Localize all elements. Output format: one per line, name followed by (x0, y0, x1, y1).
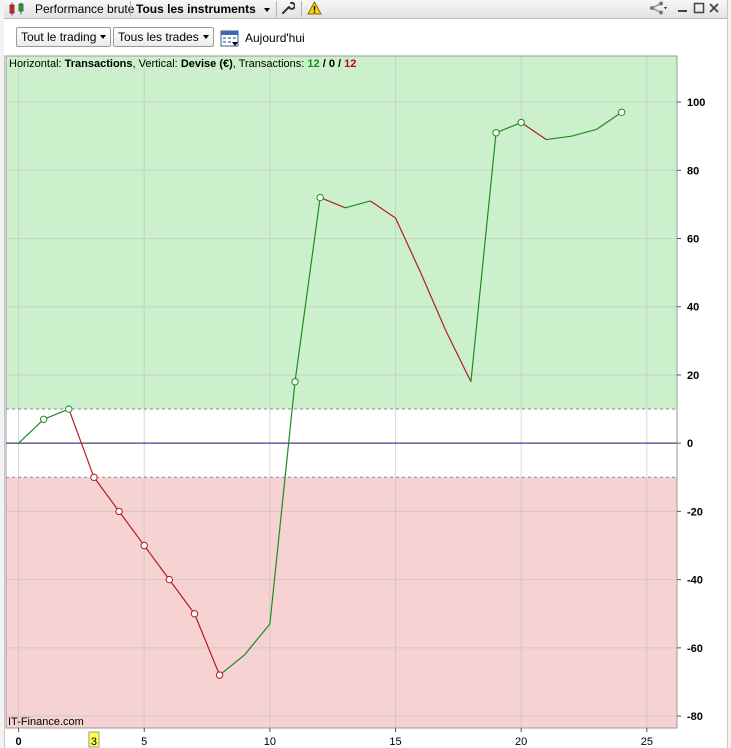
data-point (140, 541, 148, 550)
data-point (517, 118, 525, 127)
x-tick-label: 5 (141, 736, 147, 748)
winning-transactions-count: 12 (307, 58, 320, 70)
series-segment (18, 418, 45, 444)
data-point (215, 671, 224, 679)
horizontal-axis-value: Transactions (64, 58, 133, 70)
losing-transactions-count: 12 (344, 58, 357, 70)
x-tick-label: 0 (16, 736, 22, 748)
y-tick-label: 80 (687, 165, 699, 177)
y-tick-label: 0 (687, 438, 693, 450)
y-tick-label: -40 (687, 575, 703, 587)
data-point (115, 507, 123, 516)
vertical-prefix: , Vertical: (132, 58, 178, 70)
x-tick-label: 10 (264, 736, 276, 748)
data-point (316, 193, 324, 202)
y-tick-label: 40 (687, 302, 699, 314)
series-segment (43, 408, 70, 420)
x-tick-label: 25 (641, 736, 653, 748)
right-window-edge (727, 0, 731, 748)
credit-label: IT-Finance.com (8, 716, 84, 728)
loss-zone (6, 477, 677, 728)
gain-zone (6, 56, 677, 410)
y-tick-label: 60 (687, 233, 699, 245)
count-separator: / (319, 58, 329, 70)
data-point (39, 415, 48, 423)
data-point (165, 575, 174, 584)
data-point (190, 610, 199, 618)
data-point (65, 405, 73, 413)
data-point (492, 129, 500, 137)
x-tick-label: 20 (515, 736, 527, 748)
current-transaction-label: 3 (91, 736, 97, 748)
y-tick-label: 20 (687, 370, 699, 382)
y-tick-label: -60 (687, 643, 703, 655)
y-tick-label: 100 (687, 97, 705, 109)
vertical-axis-value: Devise (€) (180, 58, 233, 70)
x-tick-label: 15 (389, 736, 401, 748)
count-separator: / (334, 58, 345, 70)
horizontal-prefix: Horizontal: (9, 58, 62, 70)
data-point (90, 473, 98, 481)
chart-info-bar: Horizontal: Transactions, Vertical: Devi… (9, 58, 356, 70)
y-tick-label: -80 (687, 711, 703, 723)
performance-chart: -80 -60 -40 -20 0 20 40 60 80 100 0 5 10 15 20 25 3 (5, 55, 705, 748)
y-tick-label: -20 (687, 506, 703, 518)
transactions-prefix: , Transactions: (232, 58, 305, 70)
data-point (618, 108, 626, 116)
data-point (291, 378, 299, 386)
